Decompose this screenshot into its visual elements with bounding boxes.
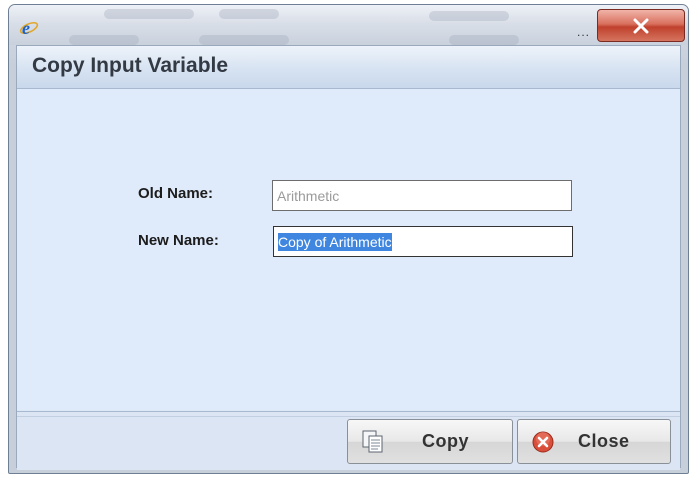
- dialog-body: Old Name: New Name: Copy of Arithmetic: [17, 89, 680, 410]
- new-name-label: New Name:: [138, 232, 219, 249]
- copy-documents-icon: [362, 430, 383, 452]
- close-icon: [633, 18, 649, 33]
- blurred-background: [219, 9, 279, 19]
- window-titlebar[interactable]: e ...: [9, 5, 688, 45]
- dialog-title: Copy Input Variable: [32, 54, 229, 77]
- svg-text:e: e: [22, 18, 30, 37]
- copy-button-label: Copy: [422, 431, 469, 451]
- new-name-selected-text: Copy of Arithmetic: [278, 232, 392, 251]
- dialog-content: Copy Input Variable Old Name: New Name: …: [16, 45, 681, 470]
- blurred-background: [429, 11, 509, 21]
- old-name-input[interactable]: [272, 180, 572, 211]
- dialog-footer: Copy Close: [17, 411, 680, 470]
- blurred-background: [69, 35, 139, 45]
- title-ellipsis: ...: [577, 25, 591, 39]
- blurred-background: [449, 35, 519, 45]
- copy-button[interactable]: Copy: [347, 419, 513, 464]
- close-button[interactable]: Close: [517, 419, 671, 464]
- dialog-header: Copy Input Variable: [17, 46, 680, 89]
- window-close-button[interactable]: [597, 9, 685, 42]
- ie-logo-icon: e: [19, 18, 39, 37]
- red-circle-x-icon: [532, 431, 554, 452]
- blurred-background: [104, 9, 194, 19]
- new-name-input[interactable]: Copy of Arithmetic: [273, 226, 573, 257]
- old-name-label: Old Name:: [138, 185, 214, 202]
- footer-divider: [17, 416, 680, 417]
- close-button-label: Close: [578, 431, 630, 451]
- dialog-window: e ... Copy Input Variable Old Name: New …: [8, 4, 689, 474]
- blurred-background: [199, 35, 289, 45]
